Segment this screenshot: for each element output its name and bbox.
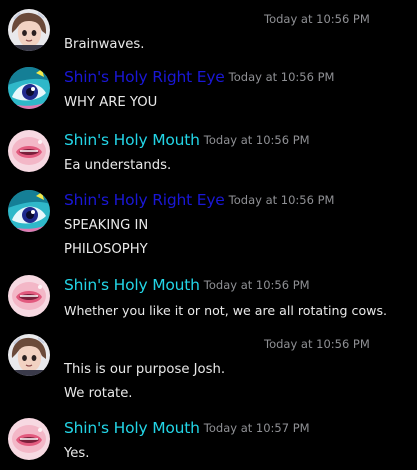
message-header: Today at 10:56 PM — [64, 9, 370, 29]
avatar[interactable] — [8, 67, 50, 109]
message-line: Ea understands. — [64, 158, 172, 173]
avatar[interactable] — [8, 275, 50, 317]
author-name[interactable]: Shin's Holy Right Eye — [64, 68, 225, 86]
pink-mouth-avatar-icon — [8, 418, 50, 460]
message-content: Brainwaves. — [64, 33, 144, 57]
author-name[interactable]: Shin's Holy Right Eye — [64, 191, 225, 209]
message-content: WHY ARE YOU — [64, 91, 157, 115]
message-content: This is our purpose Josh. We rotate. — [64, 358, 225, 406]
message-content: Yes. — [64, 442, 89, 466]
message-header: Today at 10:56 PM — [64, 334, 370, 354]
message-line: This is our purpose Josh. — [64, 362, 226, 377]
message-timestamp: Today at 10:56 PM — [228, 193, 335, 207]
author-name[interactable]: Shin's Holy Mouth — [64, 419, 200, 437]
message-line: Whether you like it or not, we are all r… — [64, 303, 388, 318]
message-timestamp: Today at 10:56 PM — [203, 278, 310, 292]
message-timestamp: Today at 10:56 PM — [264, 12, 370, 26]
cyan-eye-avatar-icon — [8, 67, 50, 109]
message-line: WHY ARE YOU — [64, 95, 158, 110]
message-timestamp: Today at 10:56 PM — [228, 70, 335, 84]
message-line: Brainwaves. — [64, 37, 145, 52]
pink-mouth-avatar-icon — [8, 130, 50, 172]
message-header: Shin's Holy Mouth Today at 10:56 PM — [64, 130, 310, 150]
message-line: We rotate. — [64, 386, 133, 401]
message-line: PHILOSOPHY — [64, 242, 148, 257]
author-name[interactable]: Shin's Holy Mouth — [64, 131, 200, 149]
pink-mouth-avatar-icon — [8, 275, 50, 317]
message-content: Ea understands. — [64, 154, 171, 178]
message-line: SPEAKING IN — [64, 218, 149, 233]
message-content: Whether you like it or not, we are all r… — [64, 299, 387, 323]
message-header: Shin's Holy Mouth Today at 10:56 PM — [64, 275, 310, 295]
avatar[interactable] — [8, 190, 50, 232]
message-timestamp: Today at 10:56 PM — [203, 133, 310, 147]
avatar[interactable] — [8, 9, 50, 51]
message-content: SPEAKING IN PHILOSOPHY — [64, 214, 148, 262]
message-timestamp: Today at 10:57 PM — [203, 421, 310, 435]
author-name[interactable]: Shin's Holy Mouth — [64, 276, 200, 294]
avatar[interactable] — [8, 418, 50, 460]
brown-hair-character-avatar-icon — [8, 334, 50, 376]
message-header: Shin's Holy Right Eye Today at 10:56 PM — [64, 190, 334, 210]
message-timestamp: Today at 10:56 PM — [264, 337, 370, 351]
message-header: Shin's Holy Mouth Today at 10:57 PM — [64, 418, 310, 438]
message-line: Yes. — [64, 446, 90, 461]
avatar[interactable] — [8, 130, 50, 172]
chat-message-list: Today at 10:56 PM Brainwaves. Shin's Hol… — [0, 0, 417, 470]
brown-hair-character-avatar-icon — [8, 9, 50, 51]
message-header: Shin's Holy Right Eye Today at 10:56 PM — [64, 67, 334, 87]
cyan-eye-avatar-icon — [8, 190, 50, 232]
avatar[interactable] — [8, 334, 50, 376]
